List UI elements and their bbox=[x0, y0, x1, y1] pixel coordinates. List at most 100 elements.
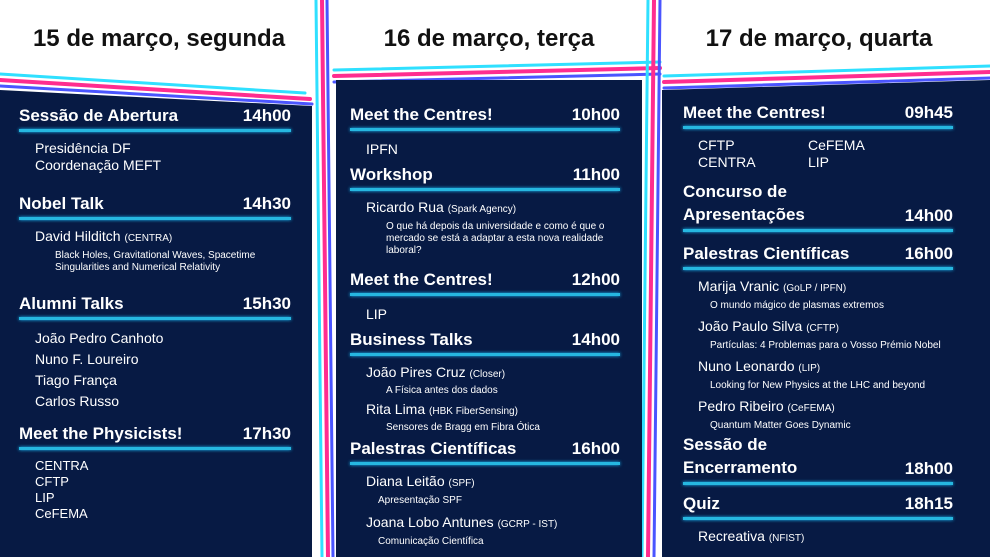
talk-title: Quantum Matter Goes Dynamic bbox=[710, 420, 851, 431]
talk-title: Apresentação SPF bbox=[378, 495, 462, 506]
speaker-affiliation: (NFIST) bbox=[768, 533, 805, 544]
session-time: 15h30 bbox=[242, 294, 291, 313]
session-alumni-talks: Alumni Talks 15h30 João Pedro Canhoto Nun… bbox=[19, 294, 291, 412]
day-3-header: 17 de março, quarta bbox=[705, 25, 933, 52]
session-title: Quiz bbox=[683, 494, 720, 513]
session-time: 12h00 bbox=[571, 270, 620, 289]
session-meet-centres-1: Meet the Centres! 10h00 IPFN bbox=[350, 105, 620, 158]
session-nobel-talk: Nobel Talk 14h30 David Hilditch (CENTRA) … bbox=[19, 194, 291, 274]
speaker-affiliation: (LIP) bbox=[798, 363, 821, 374]
session-time: 14h00 bbox=[904, 206, 953, 225]
session-title: Business Talks bbox=[350, 330, 473, 349]
speaker-affiliation: (SPF) bbox=[448, 478, 475, 489]
day-2-header: 16 de março, terça bbox=[383, 25, 595, 52]
session-title: Palestras Científicas bbox=[683, 244, 850, 263]
list-item: Presidência DF bbox=[35, 140, 131, 156]
divider bbox=[19, 217, 291, 220]
divider bbox=[350, 188, 620, 191]
session-title: Sessão de Encerramento bbox=[683, 435, 798, 477]
session-time: 14h00 bbox=[242, 106, 291, 125]
session-title: Meet the Physicists! bbox=[19, 424, 183, 443]
list-item: CFTP bbox=[698, 137, 735, 153]
divider bbox=[19, 317, 291, 320]
session-time: 18h00 bbox=[904, 459, 953, 478]
session-quiz: Quiz 18h15 Recreativa (NFIST) bbox=[683, 494, 953, 547]
session-title: Meet the Centres! bbox=[683, 103, 826, 122]
session-title: Concurso de Apresentações bbox=[683, 182, 805, 224]
speaker-name: Ricardo Rua bbox=[366, 199, 444, 215]
list-item: LIP bbox=[366, 306, 388, 322]
list-item: IPFN bbox=[366, 141, 398, 157]
session-title: Alumni Talks bbox=[19, 294, 124, 313]
talk-title: Black Holes, Gravitational Waves, Spacet… bbox=[55, 250, 256, 273]
list-item: João Pedro Canhoto bbox=[35, 330, 164, 346]
divider bbox=[683, 482, 953, 485]
list-item: CENTRA bbox=[35, 458, 89, 473]
session-palestras: Palestras Científicas 16h00 Diana Leitão … bbox=[350, 439, 620, 548]
speaker-name: David Hilditch bbox=[35, 228, 121, 244]
session-time: 14h00 bbox=[571, 330, 620, 349]
speaker-affiliation: (GCRP - IST) bbox=[497, 519, 558, 530]
talk-title: Comunicação Científica bbox=[378, 536, 484, 547]
session-time: 16h00 bbox=[904, 244, 953, 263]
talk-title: Sensores de Bragg em Fibra Ótica bbox=[386, 422, 540, 433]
speaker-name: Rita Lima bbox=[366, 401, 426, 417]
speaker-name: Nuno Leonardo bbox=[698, 358, 795, 374]
divider bbox=[683, 517, 953, 520]
session-time: 10h00 bbox=[571, 105, 620, 124]
speaker-name: João Paulo Silva bbox=[698, 318, 803, 334]
talk-title: O mundo mágico de plasmas extremos bbox=[710, 300, 884, 311]
speaker-name: Recreativa bbox=[698, 528, 765, 544]
divider bbox=[350, 462, 620, 465]
session-time: 17h30 bbox=[242, 424, 291, 443]
session-title: Nobel Talk bbox=[19, 194, 104, 213]
talk-title: Looking for New Physics at the LHC and b… bbox=[710, 380, 926, 391]
session-palestras-3: Palestras Científicas 16h00 Marija Vranic… bbox=[683, 244, 953, 432]
speaker-affiliation: (Closer) bbox=[469, 369, 506, 380]
session-meet-centres-3: Meet the Centres! 09h45 CFTP CeFEMA CENTR… bbox=[683, 103, 953, 171]
list-item: Tiago França bbox=[35, 372, 117, 388]
speaker-name: João Pires Cruz bbox=[366, 364, 466, 380]
session-title: Workshop bbox=[350, 165, 433, 184]
speaker-name: Pedro Ribeiro bbox=[698, 398, 784, 414]
list-item: LIP bbox=[35, 490, 55, 505]
session-concurso: Concurso de Apresentações 14h00 bbox=[683, 180, 953, 232]
session-business-talks: Business Talks 14h00 João Pires Cruz (Clo… bbox=[350, 330, 620, 434]
session-time: 11h00 bbox=[572, 165, 620, 184]
session-opening: Sessão de Abertura 14h00 Presidência DF C… bbox=[19, 106, 291, 174]
speaker-name: Joana Lobo Antunes bbox=[366, 514, 494, 530]
divider bbox=[19, 447, 291, 450]
speaker-affiliation: (CFTP) bbox=[806, 323, 839, 334]
session-time: 18h15 bbox=[904, 494, 953, 513]
speaker-affiliation: (GoLP / IPFN) bbox=[783, 283, 847, 294]
divider bbox=[350, 353, 620, 356]
speaker-name: Marija Vranic bbox=[698, 278, 780, 294]
list-item: LIP bbox=[808, 154, 830, 170]
list-item: CeFEMA bbox=[35, 506, 88, 521]
divider bbox=[683, 267, 953, 270]
list-item: Coordenação MEFT bbox=[35, 157, 162, 173]
list-item: CFTP bbox=[35, 474, 69, 489]
talk-title: Partículas: 4 Problemas para o Vosso Pré… bbox=[710, 340, 941, 351]
session-title: Meet the Centres! bbox=[350, 105, 493, 124]
speaker-name: Diana Leitão bbox=[366, 473, 445, 489]
divider bbox=[350, 293, 620, 296]
speaker-affiliation: (CeFEMA) bbox=[787, 403, 835, 414]
list-item: CENTRA bbox=[698, 154, 756, 170]
talk-title: A Física antes dos dados bbox=[386, 385, 498, 396]
session-meet-centres-2: Meet the Centres! 12h00 LIP bbox=[350, 270, 620, 323]
day-1-header: 15 de março, segunda bbox=[32, 25, 286, 52]
session-title: Meet the Centres! bbox=[350, 270, 493, 289]
list-item: Carlos Russo bbox=[35, 393, 120, 409]
session-workshop: Workshop 11h00 Ricardo Rua (Spark Agency)… bbox=[350, 165, 620, 257]
speaker-affiliation: (HBK FiberSensing) bbox=[429, 406, 518, 417]
session-title: Sessão de Abertura bbox=[19, 106, 179, 125]
divider bbox=[350, 128, 620, 131]
speaker-affiliation: (Spark Agency) bbox=[447, 204, 517, 215]
talk-title: O que há depois da universidade e como é… bbox=[386, 221, 605, 256]
speaker-affiliation: (CENTRA) bbox=[124, 233, 173, 244]
list-item: Nuno F. Loureiro bbox=[35, 351, 139, 367]
session-encerramento: Sessão de Encerramento 18h00 bbox=[683, 433, 953, 485]
session-title: Palestras Científicas bbox=[350, 439, 517, 458]
session-time: 09h45 bbox=[904, 103, 953, 122]
